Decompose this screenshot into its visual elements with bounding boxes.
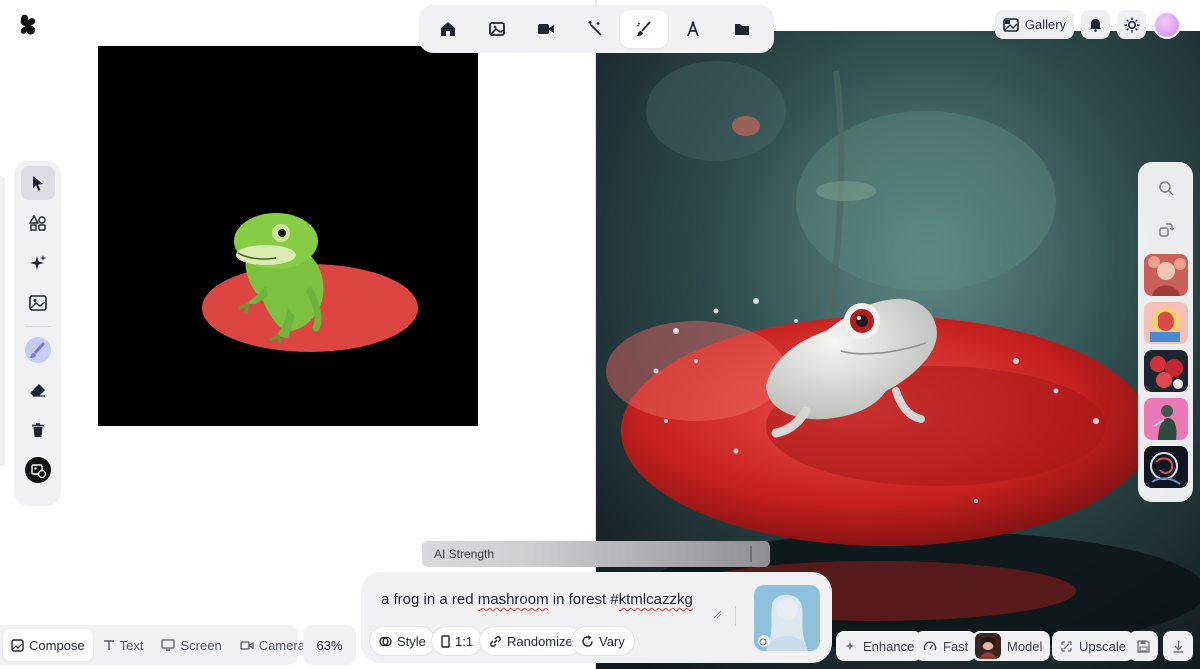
tab-text[interactable]: Text — [95, 629, 152, 661]
brush-color-button[interactable] — [21, 333, 55, 367]
history-sync-button[interactable] — [1148, 212, 1184, 248]
ai-strength-slider[interactable]: AI Strength — [422, 541, 770, 567]
fast-mode-button[interactable]: Fast — [915, 631, 977, 661]
sparkles-icon — [29, 255, 46, 270]
gallery-button[interactable]: Gallery — [995, 10, 1074, 39]
left-edge-handle[interactable] — [0, 176, 5, 466]
left-tool-panel — [14, 161, 61, 506]
tab-camera[interactable]: Camera — [232, 629, 313, 661]
delete-button[interactable] — [21, 413, 55, 447]
rotate-icon — [1158, 223, 1174, 237]
gallery-icon — [1003, 17, 1019, 32]
text-icon — [103, 640, 114, 650]
prompt-box: a frog in a red mashroom in forest #ktml… — [361, 572, 832, 663]
prompt-divider — [735, 606, 736, 626]
style-icon — [379, 636, 392, 646]
speedometer-icon — [923, 641, 937, 651]
reference-image-thumbnail[interactable] — [754, 585, 820, 651]
background-remove-icon — [24, 457, 51, 483]
search-history-button[interactable] — [1148, 170, 1184, 206]
video-icon — [538, 24, 554, 34]
shapes-tool-button[interactable] — [21, 206, 55, 240]
trash-icon — [31, 423, 44, 437]
tool-separator — [24, 326, 51, 327]
upscale-icon — [1061, 640, 1072, 652]
eraser-icon — [29, 384, 45, 397]
paint-mode-button[interactable] — [620, 10, 668, 48]
generate-tool-button[interactable] — [21, 246, 55, 280]
randomize-button[interactable]: Randomize — [480, 627, 582, 655]
history-thumbnail[interactable] — [1143, 446, 1188, 488]
ai-strength-handle[interactable] — [750, 546, 752, 562]
zoom-level[interactable]: 63% — [303, 625, 356, 665]
canvas-drawing — [202, 213, 418, 352]
shapes-icon — [28, 215, 46, 231]
tab-compose[interactable]: Compose — [3, 629, 93, 661]
vary-button[interactable]: Vary — [572, 627, 634, 655]
brush-color-icon — [24, 337, 51, 363]
enhance-button[interactable]: Enhance — [836, 631, 923, 661]
download-button[interactable] — [1163, 631, 1193, 661]
remove-background-button[interactable] — [21, 453, 55, 487]
right-history-panel — [1138, 162, 1193, 502]
aspect-ratio-button[interactable]: 1:1 — [432, 627, 483, 655]
select-tool-button[interactable] — [20, 166, 55, 200]
text-a-icon — [687, 20, 699, 37]
search-icon — [1158, 181, 1174, 196]
save-icon — [1136, 639, 1150, 653]
gallery-label: Gallery — [1024, 17, 1067, 32]
notifications-button[interactable] — [1081, 10, 1110, 39]
history-thumbnail[interactable] — [1143, 398, 1188, 440]
save-button[interactable] — [1128, 631, 1158, 661]
bell-icon — [1090, 19, 1101, 32]
magic-mode-button[interactable] — [571, 10, 619, 48]
input-mode-tabs: Compose Text Screen Camera — [0, 625, 305, 665]
theme-toggle-button[interactable] — [1117, 10, 1146, 39]
magic-wand-icon — [588, 21, 602, 36]
pointer-icon — [32, 176, 43, 191]
history-thumbnail[interactable] — [1143, 254, 1188, 296]
home-button[interactable] — [424, 10, 472, 48]
home-icon — [441, 22, 455, 36]
compose-icon — [11, 638, 24, 652]
model-button[interactable]: Model — [972, 631, 1051, 661]
tab-screen[interactable]: Screen — [153, 629, 229, 661]
vector-mode-button[interactable] — [669, 10, 717, 48]
image-mode-button[interactable] — [473, 10, 521, 48]
ai-strength-label: AI Strength — [434, 547, 495, 561]
download-icon — [1173, 640, 1183, 653]
upscale-button[interactable]: Upscale — [1052, 631, 1134, 661]
mode-toolbar — [419, 5, 774, 53]
sun-icon — [1124, 17, 1139, 32]
brush-icon — [636, 21, 651, 36]
style-button[interactable]: Style — [370, 627, 435, 655]
prompt-input[interactable]: a frog in a red mashroom in forest #ktml… — [381, 591, 693, 608]
image-icon — [28, 295, 47, 311]
folder-icon — [735, 24, 749, 35]
image-icon — [489, 22, 505, 36]
sparkle-icon — [845, 640, 855, 651]
link-icon — [490, 635, 501, 647]
eraser-tool-button[interactable] — [21, 373, 55, 407]
camera-icon — [240, 640, 254, 650]
phone-icon — [441, 634, 450, 648]
drawing-canvas[interactable] — [98, 46, 478, 426]
history-thumbnail[interactable] — [1143, 350, 1188, 392]
history-thumbnail[interactable] — [1143, 302, 1188, 344]
files-button[interactable] — [718, 10, 766, 48]
user-avatar[interactable] — [1153, 11, 1181, 39]
app-logo — [20, 14, 36, 35]
model-avatar — [975, 633, 1001, 659]
monitor-icon — [161, 639, 176, 651]
image-tool-button[interactable] — [21, 286, 55, 320]
resize-grip-icon[interactable] — [712, 609, 722, 619]
refresh-icon — [582, 634, 593, 647]
video-mode-button[interactable] — [522, 10, 570, 48]
